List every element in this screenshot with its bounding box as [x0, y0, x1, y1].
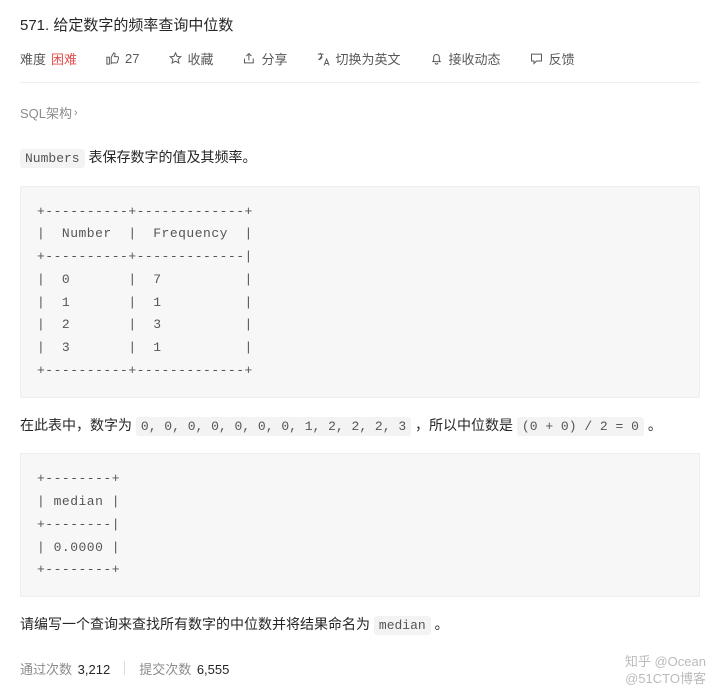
meta-row: 难度 困难 27 收藏 分享 切换为英文 — [20, 49, 700, 83]
intro-text: 表保存数字的值及其频率。 — [85, 149, 257, 165]
difficulty: 难度 困难 — [20, 49, 77, 68]
text: ，所以中位数是 — [411, 417, 517, 433]
final-line: 请编写一个查询来查找所有数字的中位数并将结果命名为 median 。 — [20, 611, 700, 639]
pass-label: 通过次数 — [20, 662, 72, 677]
chevron-right-icon: › — [74, 107, 78, 119]
favorite-button[interactable]: 收藏 — [168, 49, 214, 68]
text: 请编写一个查询来查找所有数字的中位数并将结果命名为 — [20, 616, 374, 632]
page-title: 571. 给定数字的频率查询中位数 — [20, 14, 700, 35]
share-label: 分享 — [262, 49, 288, 68]
share-button[interactable]: 分享 — [242, 49, 288, 68]
share-icon — [242, 51, 257, 66]
difficulty-label: 难度 — [20, 49, 46, 68]
text: 在此表中，数字为 — [20, 417, 136, 433]
text: 。 — [431, 616, 449, 632]
switch-lang-label: 切换为英文 — [336, 49, 401, 68]
like-count: 27 — [125, 51, 139, 66]
bell-icon — [429, 51, 444, 66]
pass-value: 3,212 — [78, 662, 111, 677]
switch-lang-button[interactable]: 切换为英文 — [316, 49, 401, 68]
intro-line: Numbers 表保存数字的值及其频率。 — [20, 144, 700, 172]
stats-row: 通过次数 3,212 提交次数 6,555 — [20, 659, 700, 678]
subscribe-button[interactable]: 接收动态 — [429, 49, 501, 68]
feedback-label: 反馈 — [549, 49, 575, 68]
code-inline: (0 + 0) / 2 = 0 — [517, 417, 644, 436]
numbers-table: +----------+-------------+ | Number | Fr… — [20, 186, 700, 398]
feedback-button[interactable]: 反馈 — [529, 49, 575, 68]
submit-count: 提交次数 6,555 — [139, 659, 229, 678]
comment-icon — [529, 51, 544, 66]
submit-value: 6,555 — [197, 662, 230, 677]
code-inline: median — [374, 616, 431, 635]
text: 。 — [644, 417, 662, 433]
star-icon — [168, 51, 183, 66]
translate-icon — [316, 51, 331, 66]
sql-schema-label: SQL架构 — [20, 103, 72, 122]
like-button[interactable]: 27 — [105, 51, 139, 66]
code-inline: 0, 0, 0, 0, 0, 0, 0, 1, 2, 2, 2, 3 — [136, 417, 411, 436]
pass-count: 通过次数 3,212 — [20, 659, 110, 678]
difficulty-value: 困难 — [51, 49, 77, 68]
subscribe-label: 接收动态 — [449, 49, 501, 68]
result-table: +--------+ | median | +--------| | 0.000… — [20, 453, 700, 597]
divider — [124, 661, 125, 675]
thumbs-up-icon — [105, 51, 120, 66]
favorite-label: 收藏 — [188, 49, 214, 68]
code-inline: Numbers — [20, 149, 85, 168]
sql-schema-link[interactable]: SQL架构 › — [20, 103, 78, 122]
middle-line: 在此表中，数字为 0, 0, 0, 0, 0, 0, 0, 1, 2, 2, 2… — [20, 412, 700, 440]
submit-label: 提交次数 — [139, 662, 191, 677]
